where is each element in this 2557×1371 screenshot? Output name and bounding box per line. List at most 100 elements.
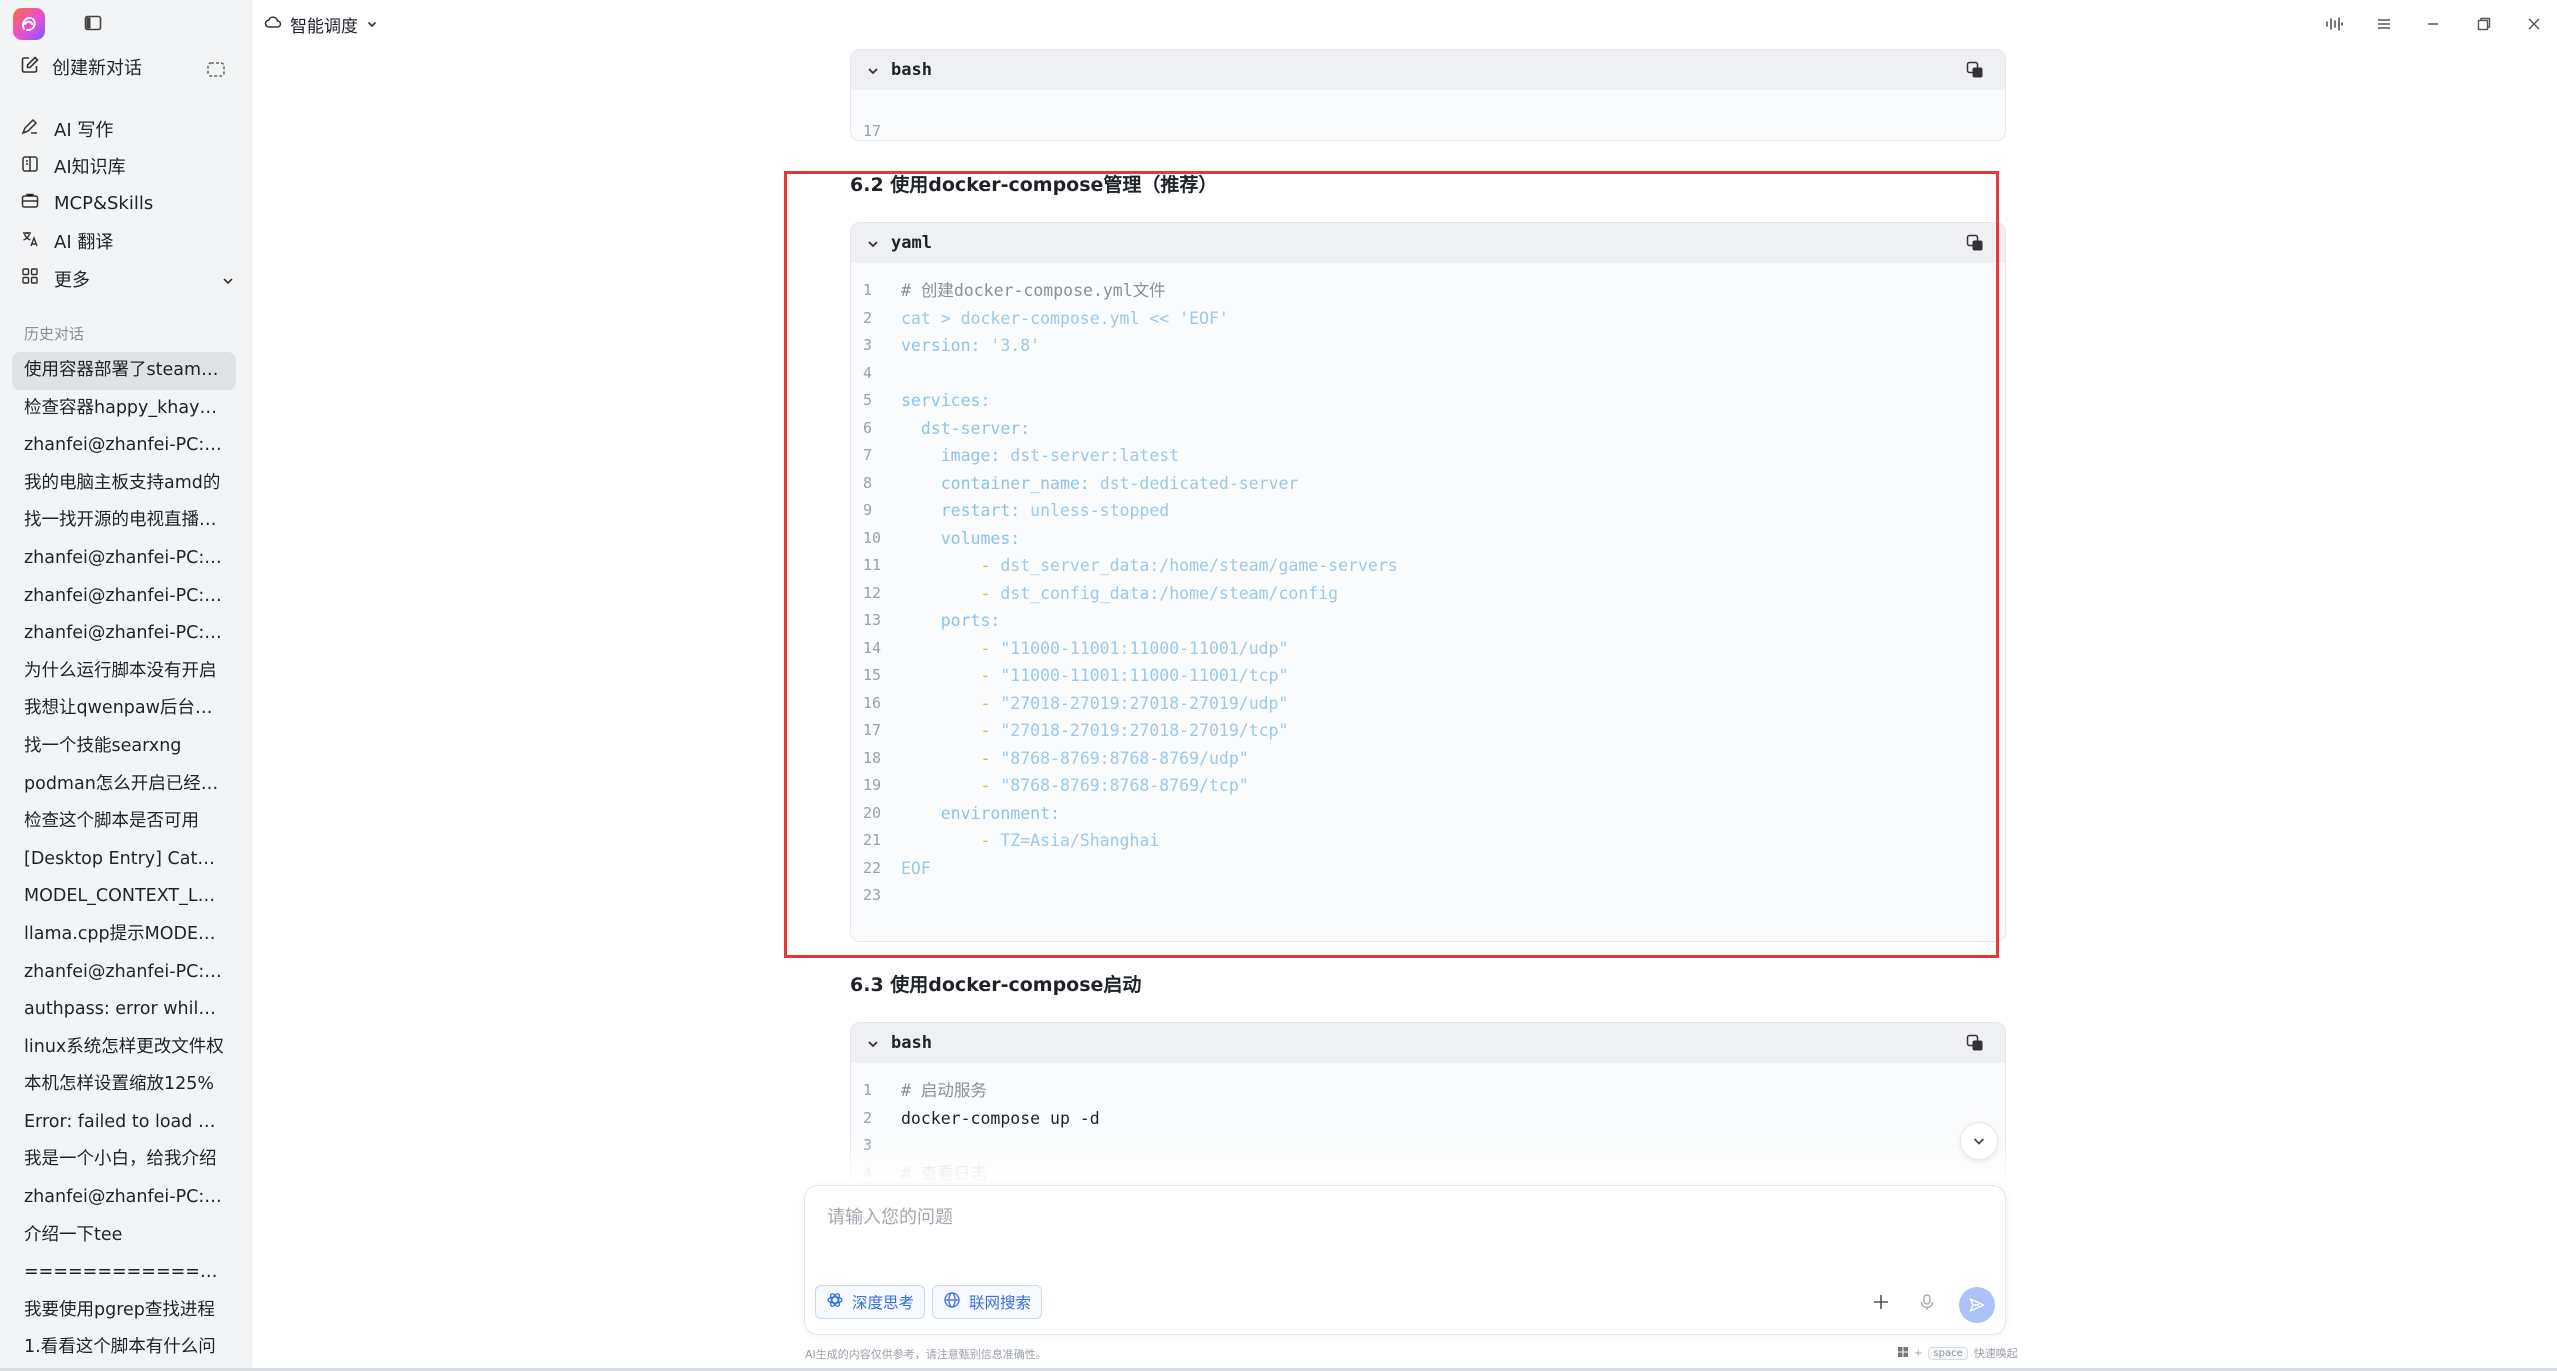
menu-item-ai-writing[interactable]: AI 写作: [20, 110, 235, 148]
history-item[interactable]: linux系统怎样更改文件权: [12, 1029, 236, 1067]
new-chat-button[interactable]: 创建新对话: [20, 54, 142, 80]
history-item[interactable]: zhanfei@zhanfei-PC:~$: [12, 1179, 236, 1217]
code-block-header: bash: [851, 1023, 2005, 1063]
book-icon: [20, 154, 40, 179]
voice-wave-icon[interactable]: [2324, 14, 2344, 34]
copy-icon[interactable]: [1965, 1033, 1985, 1057]
code-token: docker-compose up -d: [901, 1108, 1100, 1128]
atom-icon: [826, 1291, 844, 1313]
web-search-label: 联网搜索: [969, 1294, 1032, 1312]
microphone-icon[interactable]: [1915, 1290, 1939, 1314]
history-item[interactable]: 使用容器部署了steamcmd: [12, 352, 236, 390]
history-title: 历史对话: [24, 325, 85, 343]
history-item[interactable]: authpass: error while lo: [12, 991, 236, 1029]
history-item[interactable]: podman怎么开启已经停止: [12, 766, 236, 804]
history-item[interactable]: ====================: [12, 1254, 236, 1292]
line-number: 1: [863, 1081, 873, 1099]
code-token: # 启动服务: [901, 1081, 987, 1100]
ai-disclaimer: AI生成的内容仅供参考，请注意甄别信息准确性。: [805, 1348, 1047, 1361]
shortcut-label: 快速唤起: [1973, 1347, 2018, 1360]
plus-glyph: +: [1914, 1347, 1923, 1359]
toolbox-icon: [20, 191, 40, 216]
send-icon: [1969, 1298, 1985, 1312]
windows-icon: [1898, 1346, 1908, 1360]
chat-history-icon[interactable]: [201, 55, 231, 85]
shortcut-hint: + space 快速唤起: [1898, 1345, 2018, 1361]
history-item[interactable]: 本机怎样设置缩放125%: [12, 1066, 236, 1104]
cloud-icon: [264, 13, 282, 36]
sidebar-toggle-icon[interactable]: [84, 14, 102, 32]
menu-item-label: AI 写作: [54, 119, 114, 141]
new-chat-label: 创建新对话: [52, 58, 142, 79]
history-item[interactable]: 找一找开源的电视直播软件: [12, 502, 236, 540]
scroll-to-bottom-button[interactable]: [1960, 1122, 1998, 1160]
highlight-box: [784, 171, 1999, 958]
feature-menu: AI 写作 AI知识库 MCP&Skills AI 翻译 更多: [20, 110, 235, 298]
code-text: docker-compose up -d: [901, 1105, 1100, 1133]
grid-icon: [20, 266, 40, 291]
code-language-label: bash: [891, 1033, 932, 1053]
menu-item-mcp-skills[interactable]: MCP&Skills: [20, 185, 235, 223]
model-selector-label: 智能调度: [290, 17, 358, 37]
history-item[interactable]: llama.cpp提示MODEL_C: [12, 916, 236, 954]
history-item[interactable]: zhanfei@zhanfei-PC:~$: [12, 578, 236, 616]
history-item[interactable]: 1.看看这个脚本有什么问: [12, 1329, 236, 1367]
chevron-down-icon: [221, 272, 235, 293]
minimize-icon[interactable]: [2423, 14, 2443, 34]
deep-think-label: 深度思考: [852, 1294, 915, 1312]
history-item[interactable]: MODEL_CONTEXT_LENGTH: [12, 878, 236, 916]
history-item[interactable]: zhanfei@zhanfei-PC:~$: [12, 954, 236, 992]
code-block-bash-top: bash 17: [850, 49, 2006, 141]
history-item[interactable]: 我要使用pgrep查找进程: [12, 1292, 236, 1330]
plus-icon[interactable]: [1869, 1290, 1893, 1314]
chat-input-placeholder[interactable]: 请输入您的问题: [827, 1203, 953, 1229]
chevron-down-icon: [1973, 1138, 1985, 1145]
line-number: 17: [863, 121, 882, 140]
history-item[interactable]: 找一个技能searxng: [12, 728, 236, 766]
code-language-label: bash: [891, 60, 932, 80]
history-item[interactable]: [Desktop Entry] Category: [12, 841, 236, 879]
copy-icon[interactable]: [1965, 60, 1985, 84]
menu-item-knowledge-base[interactable]: AI知识库: [20, 148, 235, 186]
restore-icon[interactable]: [2474, 14, 2494, 34]
pen-icon: [20, 116, 40, 141]
code-line: 17: [851, 90, 2005, 140]
history-item[interactable]: 我是一个小白，给我介绍: [12, 1141, 236, 1179]
chat-input-box[interactable]: 请输入您的问题 深度思考 联网搜索: [804, 1185, 2006, 1335]
menu-item-more[interactable]: 更多: [20, 260, 235, 298]
history-item[interactable]: 我想让qwenpaw后台运行: [12, 690, 236, 728]
collapse-chevron-icon[interactable]: [866, 63, 880, 82]
menu-item-label: MCP&Skills: [54, 193, 154, 215]
collapse-chevron-icon[interactable]: [866, 1036, 880, 1055]
close-icon[interactable]: [2524, 14, 2544, 34]
model-selector[interactable]: 智能调度: [264, 12, 378, 37]
menu-item-label: AI知识库: [54, 157, 126, 179]
history-item[interactable]: 检查容器happy_khayyam: [12, 390, 236, 428]
globe-icon: [943, 1291, 961, 1313]
menu-item-label: 更多: [54, 269, 90, 291]
code-line: 2 docker-compose up -d: [851, 1105, 2005, 1133]
history-item[interactable]: 介绍一下tee: [12, 1217, 236, 1255]
web-search-toggle[interactable]: 联网搜索: [932, 1285, 1043, 1319]
history-item[interactable]: 为什么运行脚本没有开启: [12, 653, 236, 691]
chevron-down-icon: [366, 15, 378, 35]
code-block-header: bash: [851, 50, 2005, 90]
sidebar: 创建新对话 AI 写作 AI知识库 MCP&Skills AI 翻译 更多 历史…: [0, 0, 252, 1371]
code-line: 1 # 启动服务: [851, 1077, 2005, 1105]
history-item[interactable]: 检查这个脚本是否可用: [12, 803, 236, 841]
history-item[interactable]: zhanfei@zhanfei-PC:~$: [12, 427, 236, 465]
menu-icon[interactable]: [2374, 14, 2394, 34]
history-item[interactable]: Error: failed to load mod: [12, 1104, 236, 1142]
menu-item-translate[interactable]: AI 翻译: [20, 223, 235, 261]
shortcut-key: space: [1928, 1346, 1968, 1360]
new-chat-icon: [20, 55, 40, 80]
deep-think-toggle[interactable]: 深度思考: [815, 1285, 926, 1319]
history-item[interactable]: zhanfei@zhanfei-PC:~$: [12, 540, 236, 578]
send-button[interactable]: [1959, 1287, 1995, 1323]
history-item[interactable]: zhanfei@zhanfei-PC:~$: [12, 615, 236, 653]
menu-item-label: AI 翻译: [54, 232, 114, 254]
history-item[interactable]: 我的电脑主板支持amd的: [12, 465, 236, 503]
section-heading-6-3: 6.3 使用docker-compose启动: [850, 974, 1142, 996]
content-fade: [800, 1140, 2020, 1190]
code-text: # 启动服务: [901, 1077, 987, 1105]
